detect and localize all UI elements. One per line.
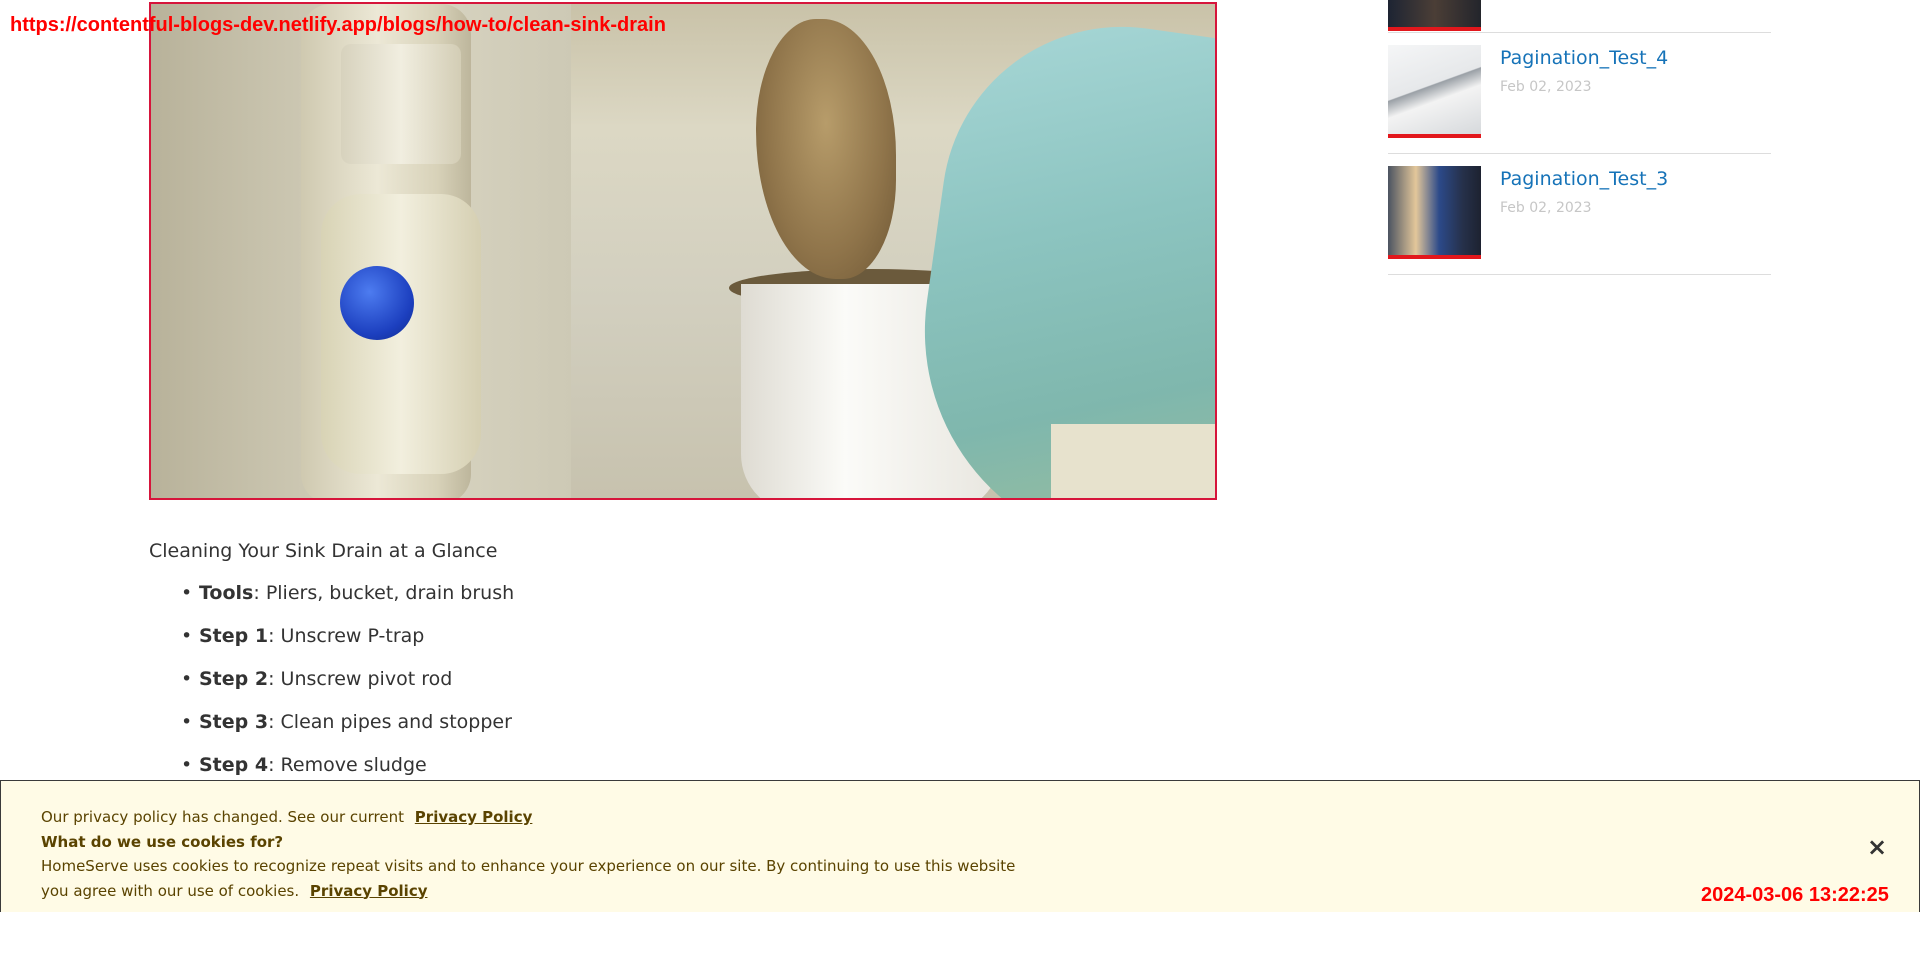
post-thumbnail[interactable] (1388, 0, 1481, 31)
post-thumbnail[interactable] (1388, 166, 1481, 259)
post-thumbnail[interactable] (1388, 45, 1481, 138)
sidebar-post-pagination-test-3[interactable]: Pagination_Test_3 Feb 02, 2023 (1388, 154, 1771, 275)
post-date: Feb 02, 2023 (1500, 200, 1592, 216)
cookie-message: Our privacy policy has changed. See our … (41, 805, 1041, 903)
list-item: Step 3: Clean pipes and stopper (181, 701, 1209, 744)
timestamp-overlay: 2024-03-06 13:22:25 (1701, 884, 1889, 906)
cookie-policy-changed-text: Our privacy policy has changed. See our … (41, 808, 405, 826)
close-icon[interactable]: × (1867, 833, 1887, 861)
steps-list: Tools: Pliers, bucket, drain brush Step … (149, 572, 1209, 787)
post-title-link[interactable]: Pagination_Test_4 (1500, 47, 1668, 69)
article-body: Cleaning Your Sink Drain at a Glance Too… (149, 540, 1209, 787)
list-item: Tools: Pliers, bucket, drain brush (181, 572, 1209, 615)
post-date: Feb 02, 2023 (1500, 79, 1592, 95)
glance-heading: Cleaning Your Sink Drain at a Glance (149, 540, 498, 562)
page-blank-area (0, 912, 1920, 963)
url-overlay: https://contentful-blogs-dev.netlify.app… (10, 14, 666, 36)
privacy-policy-link[interactable]: Privacy Policy (310, 882, 428, 900)
cookie-body-text: HomeServe uses cookies to recognize repe… (41, 857, 1016, 900)
list-item: Step 1: Unscrew P-trap (181, 615, 1209, 658)
cookie-question: What do we use cookies for? (41, 832, 284, 851)
hero-image (149, 2, 1217, 500)
sidebar-post-previous[interactable] (1388, 0, 1771, 33)
sidebar-post-pagination-test-4[interactable]: Pagination_Test_4 Feb 02, 2023 (1388, 33, 1771, 154)
related-posts-sidebar: Pagination_Test_4 Feb 02, 2023 Paginatio… (1388, 0, 1771, 275)
privacy-policy-link[interactable]: Privacy Policy (415, 808, 533, 826)
list-item: Step 2: Unscrew pivot rod (181, 658, 1209, 701)
post-title-link[interactable]: Pagination_Test_3 (1500, 168, 1668, 190)
